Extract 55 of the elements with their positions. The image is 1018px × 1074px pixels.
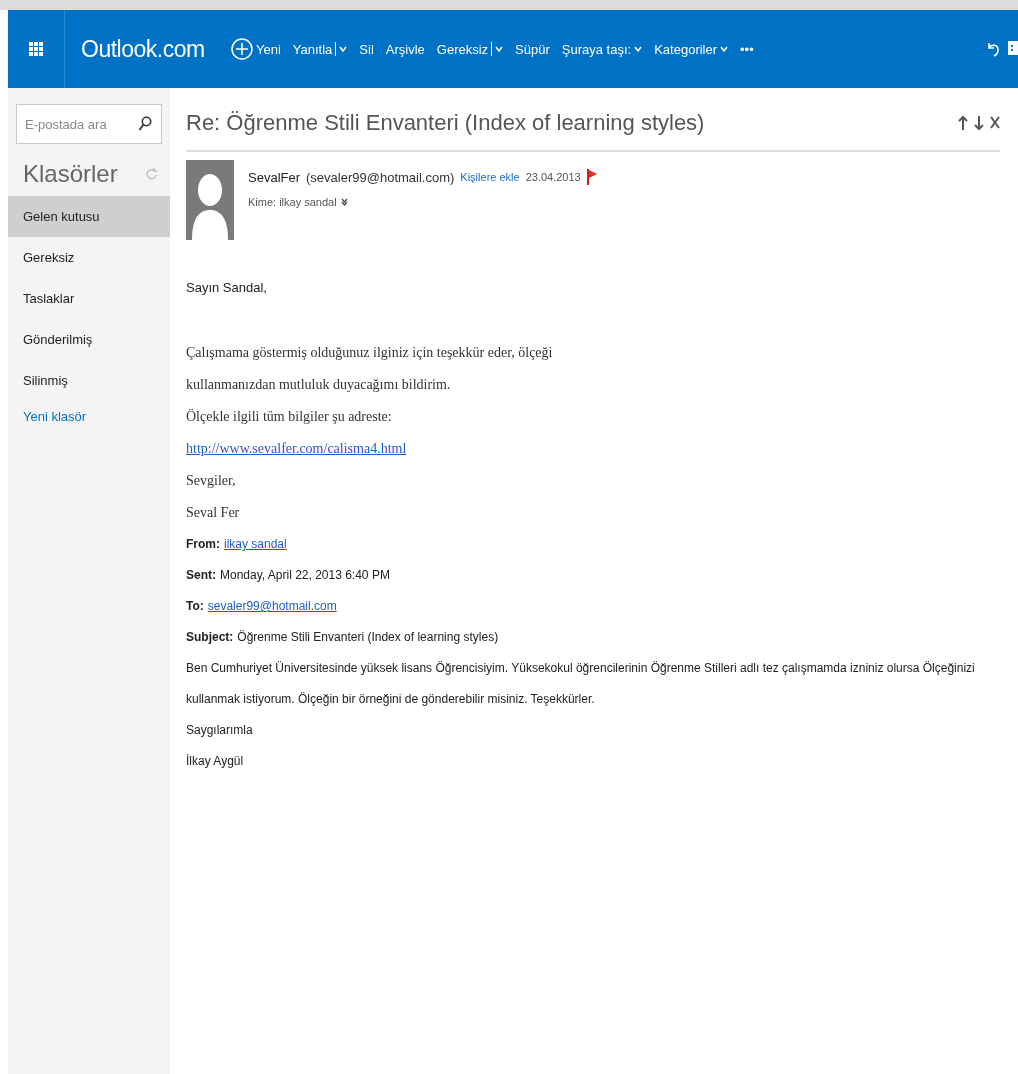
greeting-text: Sayın Sandal, [186, 280, 268, 295]
flag-icon[interactable] [586, 168, 597, 186]
down-arrow-icon[interactable] [974, 115, 984, 131]
app-grid-icon[interactable] [29, 42, 43, 56]
sender-email: (sevaler99@hotmail.com) [306, 169, 455, 185]
new-folder-link[interactable]: Yeni klasör [8, 401, 170, 432]
field-label: Sent: [186, 567, 216, 584]
plus-icon [231, 38, 253, 60]
app-title: Outlook.com [80, 35, 206, 63]
field-link[interactable]: sevaler99@hotmail.com [207, 591, 337, 622]
field-value: Monday, April 22, 2013 6:40 PM [220, 567, 390, 584]
caret-icon [634, 46, 643, 52]
body-text: Sevgiler, [186, 472, 237, 490]
up-arrow-icon[interactable] [958, 115, 968, 131]
quoted-text: Ben Cumhuriyet Üniversitesinde yüksek lisans Öğrencisiyim. Yüksekokul öğrencilerinin Öğrenme Stilleri adlı tez çalışmamda izniniz olursa Ölçeğinizi kullanmak istiyorum. Ölçeğin bir örneğini de gönderebilir misiniz. Teşekkürler. [186, 660, 976, 708]
field-label: Subject: [186, 629, 234, 646]
folders-heading: Klasörler [23, 160, 118, 188]
caret-icon [339, 46, 348, 52]
folder-item[interactable]: Gönderilmiş [8, 319, 170, 360]
caret-icon [495, 46, 504, 52]
toolbar-button[interactable]: Kategoriler [654, 37, 729, 61]
undo-icon[interactable] [986, 41, 1000, 57]
body-text: Çalışmama göstermiş olduğunuz ilginiz için teşekkür eder, ölçeği [186, 344, 554, 362]
quoted-text: İlkay Aygül [186, 753, 245, 770]
toolbar-button[interactable]: Sil [359, 37, 374, 61]
toolbar-button[interactable]: Yanıtla [292, 37, 348, 61]
field-link[interactable]: ilkay sandal [224, 529, 287, 560]
chevron-icon[interactable] [340, 198, 348, 206]
body-text: Ölçekle ilgili tüm bilgiler şu adreste: [186, 408, 393, 426]
add-contact-link[interactable]: Kişilere ekle [460, 171, 520, 183]
sender-name: SevalFer [248, 169, 301, 185]
recipient-line: Kime: ilkay sandal [248, 196, 337, 208]
toolbar-button[interactable]: Gereksiz [436, 37, 504, 61]
field-label: From: [186, 536, 220, 553]
field-value: Öğrenme Stili Envanteri (Index of learning styles) [237, 629, 499, 646]
toolbar-button[interactable]: ••• [740, 37, 754, 61]
close-icon[interactable] [990, 115, 1000, 129]
folder-item[interactable]: Silinmiş [8, 360, 170, 401]
search-field[interactable]: E-postada ara [16, 104, 162, 144]
folder-item[interactable]: Taslaklar [8, 278, 170, 319]
body-text: kullanmanızdan mutluluk duyacağımı bildirim. [186, 376, 452, 394]
toolbar-button[interactable]: Şuraya taşı: [561, 37, 643, 61]
field-label: To: [186, 598, 204, 615]
search-icon [138, 116, 152, 132]
toolbar-button[interactable]: Arşivle [385, 37, 425, 61]
quoted-text: Saygılarımla [186, 722, 254, 739]
toolbar-button[interactable]: Süpür [515, 37, 550, 61]
url-link[interactable]: http://www.sevalfer.com/calisma4.html [186, 441, 407, 456]
body-text: Seval Fer [186, 504, 241, 522]
message-date: 23.04.2013 [525, 171, 581, 183]
folder-item[interactable]: Gereksiz [8, 237, 170, 278]
message-subject: Re: Öğrenme Stili Envanteri (Index of learning styles) [186, 110, 705, 136]
folder-item[interactable]: Gelen kutusu [8, 196, 170, 237]
caret-icon [720, 46, 729, 52]
new-button[interactable]: Yeni [231, 34, 281, 64]
